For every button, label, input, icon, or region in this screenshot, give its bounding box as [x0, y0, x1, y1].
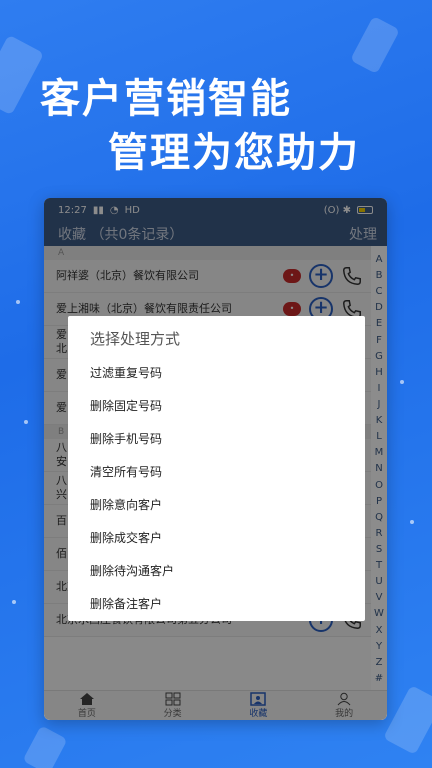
dialog-option[interactable]: 删除备注客户	[90, 588, 365, 621]
dialog-option[interactable]: 清空所有号码	[90, 456, 365, 489]
hero-title-line2: 管理为您助力	[108, 130, 360, 176]
decor-dot	[16, 300, 20, 304]
phone-screen: 12:27 ▮▮ ◔ HD (O) ✱ 收藏 （共0条记录） 处理 A 阿祥婆（…	[44, 198, 387, 720]
hero-title-line1: 客户营销智能	[40, 76, 292, 122]
process-dialog: 选择处理方式 过滤重复号码 删除固定号码 删除手机号码 清空所有号码 删除意向客户 删除成…	[68, 316, 365, 621]
decor-shape	[22, 725, 68, 768]
dialog-option[interactable]: 删除待沟通客户	[90, 555, 365, 588]
dialog-title: 选择处理方式	[90, 330, 181, 348]
dialog-option[interactable]: 过滤重复号码	[90, 357, 365, 390]
dialog-option[interactable]: 删除固定号码	[90, 390, 365, 423]
decor-shape	[0, 34, 45, 116]
decor-dot	[12, 600, 16, 604]
decor-dot	[410, 520, 414, 524]
decor-shape	[383, 685, 432, 755]
decor-dot	[24, 420, 28, 424]
decor-shape	[350, 15, 400, 75]
dialog-option[interactable]: 删除成交客户	[90, 522, 365, 555]
dialog-option[interactable]: 删除意向客户	[90, 489, 365, 522]
decor-dot	[400, 380, 404, 384]
dialog-option[interactable]: 删除手机号码	[90, 423, 365, 456]
